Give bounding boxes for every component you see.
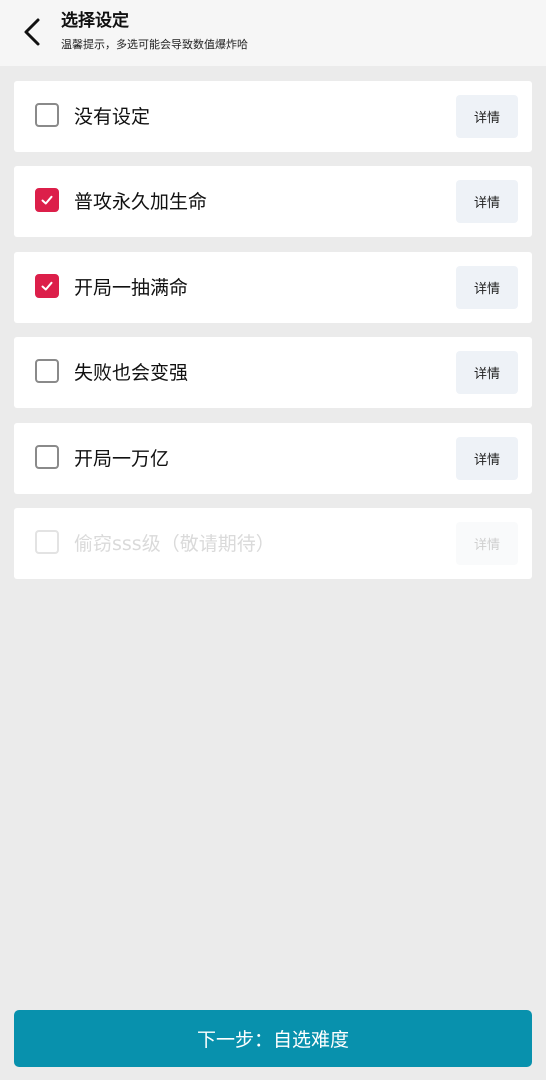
details-button: 详情 xyxy=(456,521,518,565)
details-button[interactable]: 详情 xyxy=(456,95,518,138)
details-button[interactable]: 详情 xyxy=(456,180,518,224)
details-button[interactable]: 详情 xyxy=(456,436,518,480)
option-label: 普攻永久加生命 xyxy=(74,191,208,214)
option-checkbox[interactable] xyxy=(35,359,59,384)
option-row-steal-sss: 偷窃sss级（敬请期待） 详情 xyxy=(14,507,532,579)
option-label: 开局一抽满命 xyxy=(74,276,189,299)
page-title: 选择设定 xyxy=(61,11,129,31)
option-checkbox[interactable] xyxy=(35,188,59,213)
top-bar: 选择设定 温馨提示，多选可能会导致数值爆炸哈 xyxy=(0,0,546,66)
option-checkbox xyxy=(35,529,59,554)
option-row-trillion-start[interactable]: 开局一万亿 详情 xyxy=(14,422,532,494)
chevron-left-icon xyxy=(24,18,40,46)
option-checkbox[interactable] xyxy=(35,273,59,298)
next-step-button[interactable]: 下一步：自选难度 xyxy=(14,1010,532,1067)
checkmark-icon xyxy=(41,196,53,205)
option-label: 失败也会变强 xyxy=(74,362,189,385)
option-row-no-setting[interactable]: 没有设定 详情 xyxy=(14,81,532,152)
details-button[interactable]: 详情 xyxy=(456,265,518,309)
back-button[interactable] xyxy=(10,12,54,52)
option-label: 偷窃sss级（敬请期待） xyxy=(74,532,275,555)
option-row-stronger-on-fail[interactable]: 失败也会变强 详情 xyxy=(14,337,532,409)
page-subtitle: 温馨提示，多选可能会导致数值爆炸哈 xyxy=(61,38,248,51)
option-row-attack-life[interactable]: 普攻永久加生命 详情 xyxy=(14,166,532,238)
details-button[interactable]: 详情 xyxy=(456,351,518,395)
options-list: 没有设定 详情 普攻永久加生命 详情 开局一抽满命 详情 失败也会变强 详情 开… xyxy=(14,81,532,593)
option-checkbox[interactable] xyxy=(35,103,59,127)
option-row-full-constellation[interactable]: 开局一抽满命 详情 xyxy=(14,251,532,323)
option-checkbox[interactable] xyxy=(35,444,59,469)
checkmark-icon xyxy=(41,281,53,291)
option-label: 没有设定 xyxy=(74,106,151,128)
option-label: 开局一万亿 xyxy=(74,447,170,470)
